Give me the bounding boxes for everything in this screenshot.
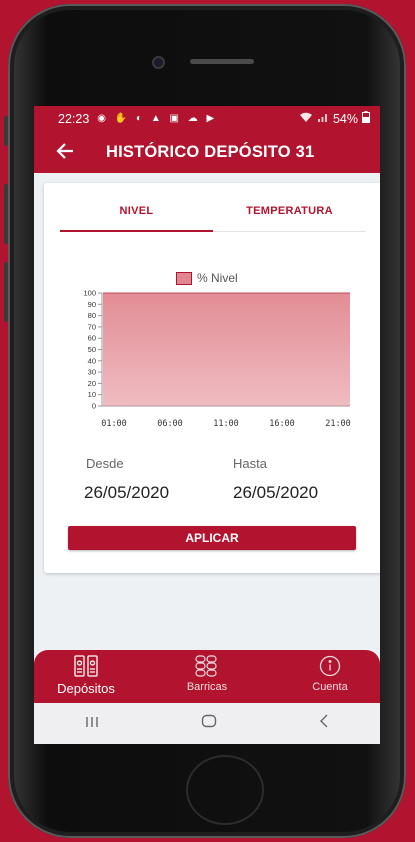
wifi-icon [299,112,313,126]
home-nav-icon[interactable] [201,714,217,733]
nav-cuenta-label: Cuenta [312,681,348,693]
back-nav-icon[interactable] [319,714,329,733]
apply-button[interactable]: APLICAR [68,526,356,550]
y-tick-label: 50 [88,345,96,354]
nav-cuenta[interactable]: Cuenta [290,654,370,693]
back-arrow-icon[interactable] [56,141,80,163]
y-tick-label: 20 [88,379,96,388]
series-area-nivel [103,293,350,406]
notification-icons: ◉ ✋ ◐ ▲ ▣ ☁ ▶ [97,113,218,124]
app-bar: HISTÓRICO DEPÓSITO 31 [34,131,380,173]
info-icon [290,654,370,678]
from-date-field[interactable]: 26/05/2020 [84,483,169,503]
nav-depositos[interactable]: Depósitos [46,654,126,696]
status-bar: 22:23 ◉ ✋ ◐ ▲ ▣ ☁ ▶ 54% [34,106,380,131]
y-tick-label: 10 [88,390,96,399]
level-chart: 100908070605040302010001:00 06:00 11:00 16:… [83,289,351,430]
x-tick-label: 11:00 [213,419,239,429]
home-button[interactable] [186,755,264,825]
signal-icon [317,112,329,126]
battery-icon [362,111,370,126]
tanks-icon [46,654,126,678]
from-label: Desde [86,456,124,471]
volume-down-button [4,262,8,322]
x-tick-label: 16:00 [269,419,295,429]
x-tick-label: 01:00 [101,419,127,429]
to-label: Hasta [233,456,267,471]
x-tick-label: 21:00 [325,419,351,429]
y-tick-label: 60 [88,334,96,343]
page-title: HISTÓRICO DEPÓSITO 31 [106,142,315,161]
volume-up-button [4,184,8,244]
bottom-navigation: Depósitos Barricas Cuenta [34,650,380,703]
y-tick-label: 0 [92,402,96,411]
x-tick-label: 06:00 [157,419,183,429]
y-tick-label: 30 [88,368,96,377]
y-tick-label: 100 [83,289,96,298]
y-tick-label: 70 [88,322,96,331]
app-screen: 22:23 ◉ ✋ ◐ ▲ ▣ ☁ ▶ 54% HISTÓRICO DEPÓSI… [34,106,380,744]
status-time: 22:23 [58,111,90,126]
y-tick-label: 80 [88,311,96,320]
front-camera [152,56,165,69]
system-navigation-bar [34,703,380,744]
mute-switch [4,116,8,146]
battery-percent: 54% [332,111,358,126]
nav-depositos-label: Depósitos [57,681,115,696]
y-tick-label: 40 [88,356,96,365]
status-right: 54% [299,111,370,126]
to-date-field[interactable]: 26/05/2020 [233,483,318,503]
barrels-icon [167,654,247,678]
nav-barricas[interactable]: Barricas [167,654,247,693]
nav-barricas-label: Barricas [186,681,228,693]
history-card: NIVEL TEMPERATURA % Nivel 100 90 80 70 60 50 4… [44,183,380,573]
y-tick-label: 90 [88,300,96,309]
earpiece [190,59,254,64]
recent-apps-icon[interactable] [85,715,99,733]
